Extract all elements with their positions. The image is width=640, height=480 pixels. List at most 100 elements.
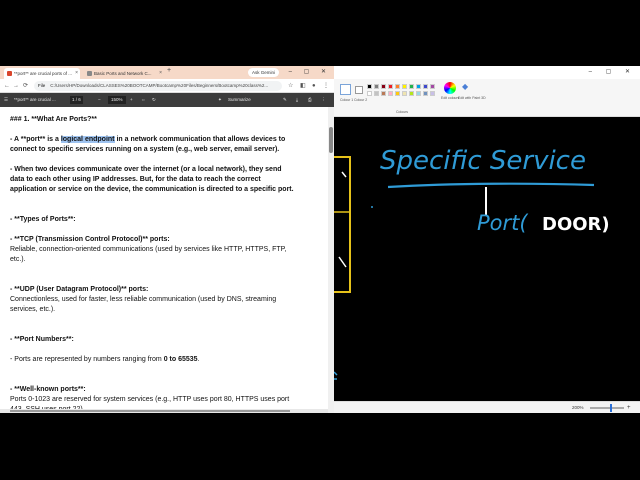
- pdf-menu-icon[interactable]: ☰: [4, 93, 8, 107]
- palette-swatch[interactable]: [381, 84, 386, 89]
- drawing-heading: Specific Service: [380, 146, 586, 176]
- palette-swatch[interactable]: [402, 84, 407, 89]
- palette-swatch[interactable]: [374, 84, 379, 89]
- palette-swatch[interactable]: [416, 84, 421, 89]
- palette-swatch[interactable]: [409, 84, 414, 89]
- palette-swatch[interactable]: [402, 91, 407, 96]
- palette-swatch[interactable]: [388, 91, 393, 96]
- url-field[interactable]: File C:/Users/HP/Downloads/CLASSES%20BOOT…: [34, 81, 282, 91]
- palette-swatch[interactable]: [367, 91, 372, 96]
- pdf-toolbar: ☰ **port** are crucial ... 1 / 6 − 150% …: [0, 93, 334, 107]
- close-tab-icon[interactable]: ×: [75, 68, 78, 79]
- annotate-icon[interactable]: ✎: [283, 93, 287, 107]
- new-tab-button[interactable]: +: [167, 67, 171, 74]
- palette-swatch[interactable]: [381, 91, 386, 96]
- fit-page-icon[interactable]: ⇔: [141, 93, 146, 107]
- edit-colours-label: Edit colours: [441, 96, 460, 100]
- paint-ribbon: Colour 1 Colour 2 Edit colours ◆ Edit wi…: [334, 79, 640, 117]
- window-controls[interactable]: – ▢ ✕: [289, 66, 331, 78]
- palette-swatch[interactable]: [416, 91, 421, 96]
- window-controls[interactable]: – ▢ ✕: [589, 66, 636, 78]
- doc-line: [10, 315, 328, 325]
- doc-line: Reliable, connection-oriented communicat…: [10, 245, 328, 255]
- doc-line: - **Types of Ports**:: [10, 215, 328, 225]
- zoom-slider[interactable]: [590, 404, 624, 412]
- paint3d-icon[interactable]: ◆: [462, 82, 468, 91]
- palette-swatch[interactable]: [395, 84, 400, 89]
- zoom-in-button[interactable]: +: [627, 402, 631, 413]
- page-indicator[interactable]: 1 / 6: [70, 96, 83, 104]
- edit-paint3d-label: Edit with Paint 3D: [458, 96, 486, 100]
- drawing-port-label: Port(: [477, 211, 528, 235]
- doc-line: [10, 265, 328, 275]
- doc-line-text: data to each other using IP addresses. B…: [10, 176, 261, 183]
- bold-text: 0 to 65535: [163, 356, 198, 363]
- scroll-thumb[interactable]: [10, 410, 290, 412]
- palette-swatch[interactable]: [409, 91, 414, 96]
- browser-window: **port** are crucial ports of ... × Basi…: [0, 66, 334, 413]
- doc-line-text: - **Port Numbers**:: [10, 336, 74, 343]
- palette-swatch[interactable]: [423, 91, 428, 96]
- palette-swatch[interactable]: [423, 84, 428, 89]
- doc-line: data to each other using IP addresses. B…: [10, 175, 328, 185]
- doc-line-text: ### 1. **What Are Ports?**: [10, 116, 97, 123]
- close-tab-icon[interactable]: ×: [159, 68, 162, 79]
- palette-swatch[interactable]: [388, 84, 393, 89]
- palette-swatch[interactable]: [430, 84, 435, 89]
- doc-line: - **UDP (User Datagram Protocol)** ports…: [10, 285, 328, 295]
- edit-colours-icon[interactable]: [444, 82, 456, 94]
- palette-swatch[interactable]: [367, 84, 372, 89]
- doc-line: - Ports are represented by numbers rangi…: [10, 355, 328, 365]
- forward-button[interactable]: →: [13, 80, 19, 92]
- doc-line-text: - A **port** is a: [10, 136, 61, 143]
- doc-line: - **Port Numbers**:: [10, 335, 328, 345]
- screen: **port** are crucial ports of ... × Basi…: [0, 0, 640, 480]
- doc-line: etc.).: [10, 255, 328, 265]
- doc-line-tail: in a network communication that allows d…: [114, 136, 286, 143]
- pdf-title: **port** are crucial ...: [14, 97, 56, 102]
- zoom-slider-thumb[interactable]: [610, 404, 612, 412]
- paint-window: – ▢ ✕ Colour 1 Colour 2 Edit colours ◆ E…: [334, 66, 640, 413]
- extensions-icon[interactable]: ◧: [300, 81, 306, 91]
- profile-icon[interactable]: ●: [312, 81, 316, 91]
- tab-title: Basic Ports and Network C...: [94, 71, 152, 76]
- summarize-button[interactable]: Summarize: [228, 93, 251, 107]
- palette-swatch[interactable]: [395, 91, 400, 96]
- doc-line: Ports 0-1023 are reserved for system ser…: [10, 395, 328, 405]
- rotate-icon[interactable]: ↻: [152, 93, 156, 107]
- print-icon[interactable]: ⎙: [308, 93, 312, 107]
- tab-inactive[interactable]: Basic Ports and Network C... ×: [84, 68, 164, 79]
- bookmark-star-icon[interactable]: ☆: [288, 81, 293, 91]
- tab-active[interactable]: **port** are crucial ports of ... ×: [4, 68, 80, 79]
- back-button[interactable]: ←: [4, 80, 10, 92]
- doc-line: - **Well-known ports**:: [10, 385, 328, 395]
- doc-line-text: application or service on the device, th…: [10, 186, 294, 193]
- scroll-thumb[interactable]: [329, 127, 333, 153]
- palette-swatch[interactable]: [374, 91, 379, 96]
- address-bar-row: ← → ⟳ File C:/Users/HP/Downloads/CLASSES%…: [0, 79, 334, 93]
- ask-gemini-button[interactable]: Ask Gemini: [248, 68, 280, 77]
- colour1-swatch[interactable]: [340, 84, 351, 95]
- more-icon[interactable]: ⋮: [321, 93, 326, 107]
- drawing-door-label: DOOR): [542, 214, 610, 235]
- pdf-document: ### 1. **What Are Ports?** - A **port** i…: [0, 107, 328, 413]
- colour2-swatch[interactable]: [355, 86, 363, 94]
- doc-line-text: - Ports are represented by numbers rangi…: [10, 356, 164, 363]
- doc-line-text: - When two devices communicate over the …: [10, 166, 282, 173]
- doc-line: - When two devices communicate over the …: [10, 165, 328, 175]
- doc-line-text: - **Well-known ports**:: [10, 386, 86, 393]
- doc-line: connect to specific services running on …: [10, 145, 328, 155]
- doc-line-text: Ports 0-1023 are reserved for system ser…: [10, 396, 290, 403]
- palette-swatch[interactable]: [430, 91, 435, 96]
- pdf-favicon-icon: [7, 71, 12, 76]
- menu-icon[interactable]: ⋮: [323, 81, 329, 91]
- drawing-canvas[interactable]: Specific Service Port( DOOR): [334, 117, 640, 401]
- zoom-out-icon[interactable]: −: [98, 93, 101, 107]
- doc-line: [10, 275, 328, 285]
- url-text: C:/Users/HP/Downloads/CLASSES%20BOOTCAMP…: [50, 83, 269, 88]
- horizontal-scrollbar[interactable]: [0, 409, 328, 413]
- zoom-field[interactable]: 150%: [108, 96, 126, 104]
- download-icon[interactable]: ⤓: [296, 93, 298, 107]
- reload-button[interactable]: ⟳: [23, 80, 28, 92]
- zoom-in-icon[interactable]: +: [130, 93, 133, 107]
